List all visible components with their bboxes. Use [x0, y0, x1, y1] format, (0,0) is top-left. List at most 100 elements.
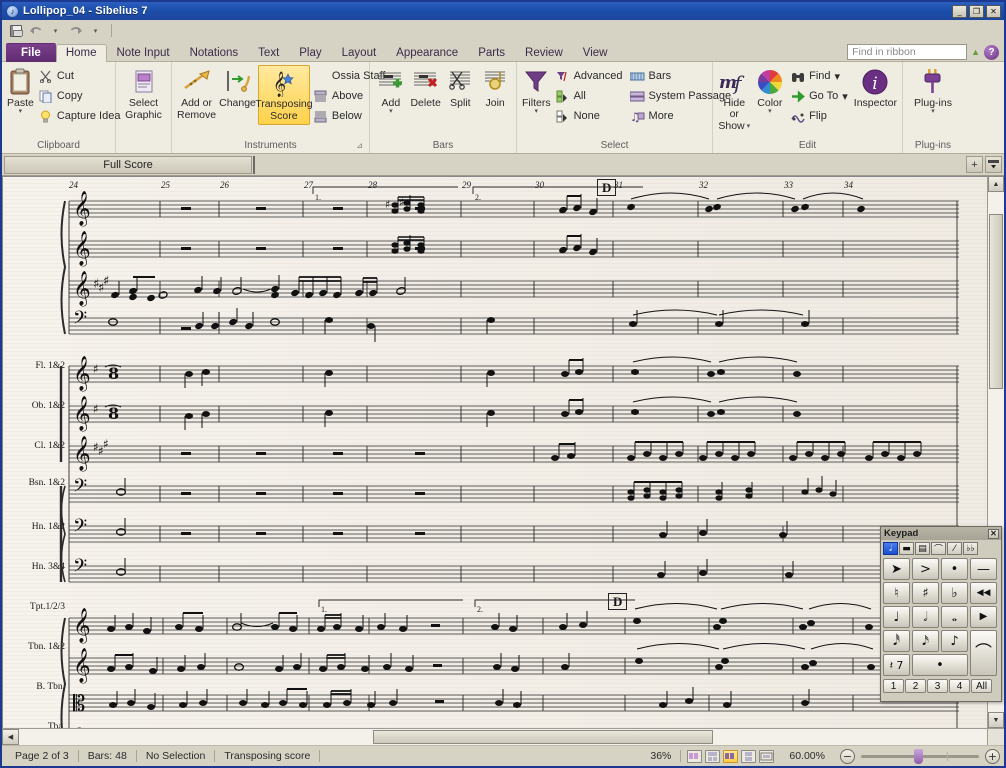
tab-appearance[interactable]: Appearance: [386, 44, 468, 62]
select-graphic-button[interactable]: Select Graphic: [120, 65, 167, 123]
keypad-semibreve-key[interactable]: 𝅝: [941, 606, 968, 628]
find-dropdown-caret[interactable]: ▾: [835, 70, 841, 83]
collapse-ribbon-icon[interactable]: ▲: [971, 47, 980, 57]
scroll-left-button[interactable]: ◀: [2, 729, 19, 745]
flip-button[interactable]: Flip: [788, 106, 852, 126]
keypad-tab-accidentals[interactable]: ♭♭: [963, 542, 978, 555]
add-bar-button[interactable]: Add ▾: [374, 65, 408, 117]
keypad-flat-key[interactable]: ♭: [941, 582, 968, 604]
panorama-view-icon[interactable]: [687, 750, 702, 763]
vertical-scroll-thumb[interactable]: [989, 214, 1003, 389]
find-button[interactable]: Find ▾: [788, 66, 852, 86]
keypad-tab-jazz[interactable]: ⁄: [947, 542, 962, 555]
tab-list-button[interactable]: [985, 156, 1002, 173]
plug-ins-dropdown-caret[interactable]: ▾: [931, 109, 935, 115]
document-tab-full-score[interactable]: Full Score: [4, 156, 252, 174]
ribbon-search-input[interactable]: Find in ribbon: [847, 44, 967, 60]
keypad-title-bar[interactable]: Keypad ✕: [881, 527, 1001, 540]
keypad-voice-1[interactable]: 1: [883, 679, 904, 693]
maximize-button[interactable]: ❐: [969, 5, 984, 18]
instruments-dialog-launcher[interactable]: ⊿: [356, 139, 363, 152]
keypad-play-key[interactable]: ▶: [970, 606, 997, 628]
zoom-slider-thumb[interactable]: [914, 749, 923, 764]
keypad-rewind-key[interactable]: ◀◀: [970, 582, 997, 604]
split-bar-button[interactable]: Split: [444, 65, 478, 111]
zoom-in-button[interactable]: +: [985, 749, 1000, 764]
zoom-slider-track[interactable]: [861, 755, 979, 758]
undo-button[interactable]: [27, 22, 44, 39]
score-canvas[interactable]: 24 25 26 27 28 29 30 31 32 33 34 D D Fl.…: [2, 176, 987, 728]
advanced-filter-button[interactable]: Advanced: [553, 66, 627, 86]
keypad-staccato-key[interactable]: •: [941, 558, 968, 580]
capture-idea-button[interactable]: Capture Idea: [36, 106, 125, 126]
transposing-score-button[interactable]: 𝄞 Transposing Score: [258, 65, 310, 125]
tab-view[interactable]: View: [573, 44, 618, 62]
tab-home[interactable]: Home: [56, 44, 107, 62]
single-page-icon[interactable]: [723, 750, 738, 763]
select-all-button[interactable]: All: [553, 86, 627, 106]
save-button[interactable]: [7, 22, 24, 39]
paste-button[interactable]: Paste ▾: [6, 65, 35, 117]
keypad-voice-all[interactable]: All: [971, 679, 992, 693]
keypad-tab-common-notes[interactable]: 𝅗𝅥: [883, 542, 898, 555]
color-button[interactable]: Color ▾: [753, 65, 788, 117]
new-tab-button[interactable]: +: [966, 156, 983, 173]
horizontal-scrollbar[interactable]: ◀: [2, 728, 1004, 745]
paste-dropdown-caret[interactable]: ▾: [19, 109, 23, 115]
hide-or-show-button[interactable]: m f Hide or Show ▾: [717, 65, 752, 134]
keypad-voice-4[interactable]: 4: [949, 679, 970, 693]
keypad-tab-beams[interactable]: ▤: [915, 542, 930, 555]
spreads-vertical-icon[interactable]: [741, 750, 756, 763]
keypad-voice-2[interactable]: 2: [905, 679, 926, 693]
join-bar-button[interactable]: Join: [478, 65, 512, 111]
keypad-panel[interactable]: Keypad ✕ 𝅗𝅥 ▬ ▤ ⌒ ⁄ ♭♭ ➤ > • — ♮ ♯ ♭ ◀◀ …: [880, 526, 1002, 702]
keypad-minim-key[interactable]: 𝅗𝅥: [912, 606, 939, 628]
color-dropdown-caret[interactable]: ▾: [768, 109, 772, 115]
horizontal-scroll-thumb[interactable]: [373, 730, 713, 744]
keypad-tab-more-notes[interactable]: ▬: [899, 542, 914, 555]
go-to-dropdown-caret[interactable]: ▾: [842, 90, 848, 103]
tab-play[interactable]: Play: [289, 44, 331, 62]
scroll-down-button[interactable]: ▼: [988, 712, 1004, 728]
keypad-tab-articulation[interactable]: ⌒: [931, 542, 946, 555]
undo-dropdown-button[interactable]: ▾: [47, 22, 64, 39]
filters-dropdown-caret[interactable]: ▾: [535, 109, 539, 115]
keypad-semiquaver-key[interactable]: 𝅘𝅥𝅯: [912, 630, 939, 652]
zoom-out-button[interactable]: −: [840, 749, 855, 764]
keypad-rest-key[interactable]: 𝄽 7: [883, 654, 910, 676]
keypad-sharp-key[interactable]: ♯: [912, 582, 939, 604]
keypad-crotchet-key[interactable]: ♩: [883, 606, 910, 628]
tab-review[interactable]: Review: [515, 44, 573, 62]
keypad-close-button[interactable]: ✕: [988, 529, 999, 539]
delete-bar-button[interactable]: Delete: [409, 65, 443, 111]
select-none-button[interactable]: None: [553, 106, 627, 126]
keypad-dot-key[interactable]: •: [912, 654, 968, 676]
close-button[interactable]: ✕: [986, 5, 1001, 18]
keypad-voice-pointer-key[interactable]: ➤: [883, 558, 910, 580]
plug-ins-button[interactable]: Plug-ins ▾: [907, 65, 959, 117]
change-instrument-button[interactable]: Change: [218, 65, 257, 111]
tab-parts[interactable]: Parts: [468, 44, 515, 62]
keypad-demisemiquaver-key[interactable]: 𝅘𝅥𝅰: [883, 630, 910, 652]
horizontal-scroll-track[interactable]: [19, 729, 987, 745]
tab-notations[interactable]: Notations: [180, 44, 249, 62]
full-screen-icon[interactable]: [759, 750, 774, 763]
copy-button[interactable]: Copy: [36, 86, 125, 106]
help-icon[interactable]: ?: [984, 45, 999, 60]
redo-dropdown-button[interactable]: ▾: [87, 22, 104, 39]
keypad-accent-key[interactable]: >: [912, 558, 939, 580]
redo-button[interactable]: [67, 22, 84, 39]
tab-file[interactable]: File: [6, 43, 56, 62]
tab-text[interactable]: Text: [248, 44, 289, 62]
keypad-quaver-key[interactable]: ♪: [941, 630, 968, 652]
add-bar-dropdown-caret[interactable]: ▾: [389, 109, 393, 115]
keypad-tie-key[interactable]: ⌒: [970, 630, 997, 676]
add-or-remove-button[interactable]: Add or Remove: [176, 65, 217, 123]
keypad-tenuto-key[interactable]: —: [970, 558, 997, 580]
scroll-up-button[interactable]: ▲: [988, 176, 1004, 192]
hide-or-show-dropdown-caret[interactable]: ▾: [747, 124, 751, 130]
inspector-button[interactable]: i Inspector: [853, 65, 898, 111]
cut-button[interactable]: Cut: [36, 66, 125, 86]
filters-button[interactable]: Filters ▾: [521, 65, 552, 117]
zoom-slider[interactable]: − +: [840, 749, 1000, 764]
